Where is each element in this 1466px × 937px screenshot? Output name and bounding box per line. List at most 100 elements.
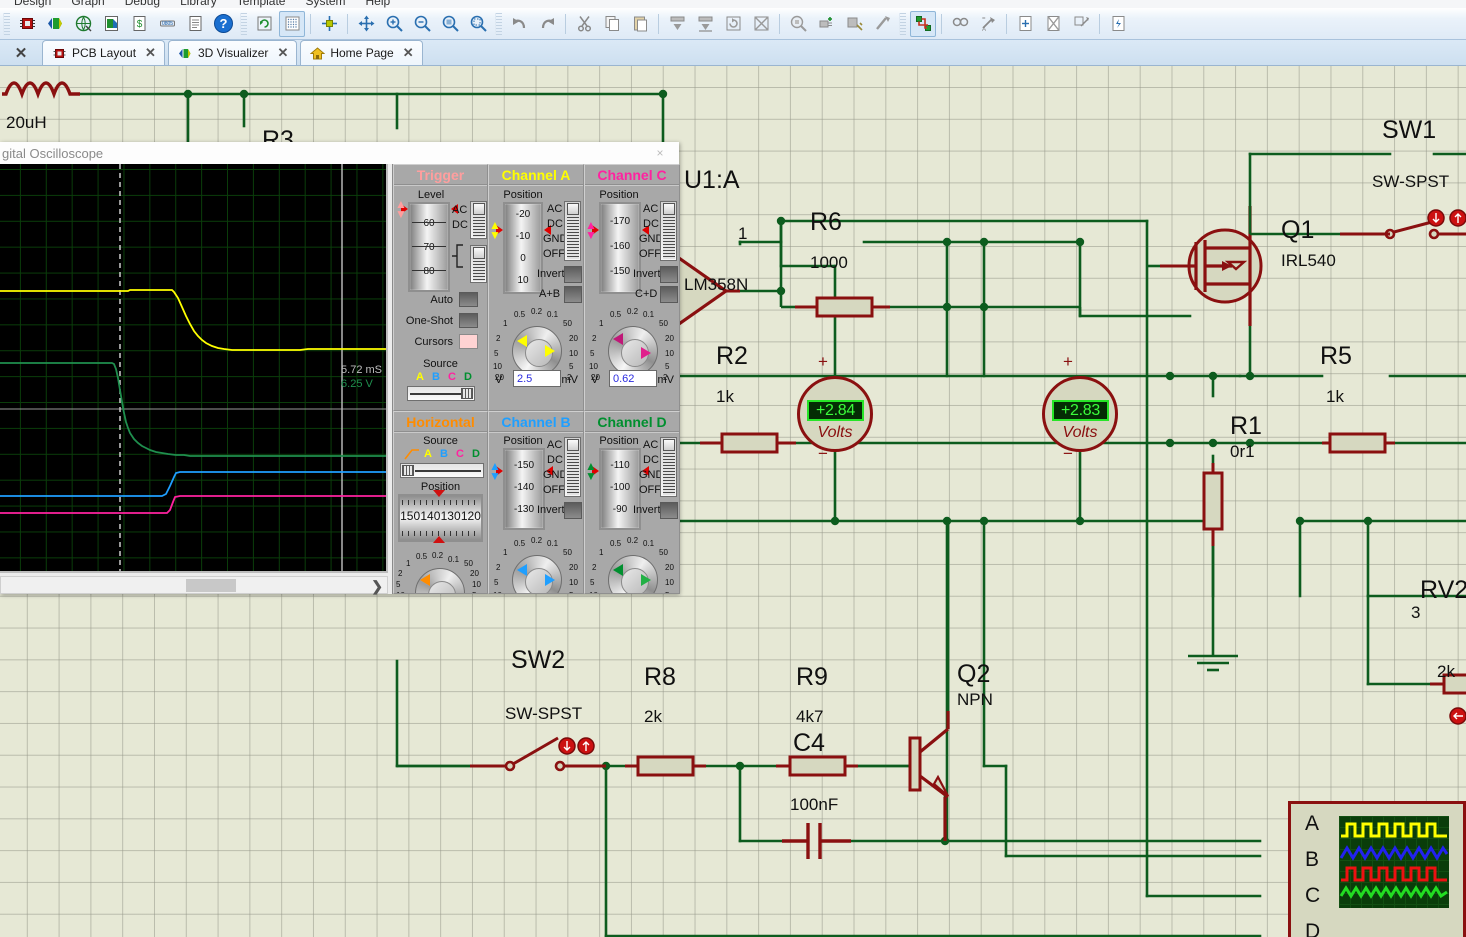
channel-a-coupling-switch[interactable] — [564, 201, 581, 261]
zoom-out-icon[interactable] — [409, 11, 435, 37]
cut-icon[interactable] — [571, 11, 597, 37]
new-sheet-icon[interactable] — [1012, 11, 1038, 37]
remove-sheet-icon[interactable] — [1040, 11, 1066, 37]
paste-icon[interactable] — [627, 11, 653, 37]
origin-icon[interactable] — [316, 11, 342, 37]
zoom-sheet-icon[interactable] — [465, 11, 491, 37]
trigger-source-c[interactable]: C — [448, 371, 456, 383]
block-copy-icon[interactable] — [664, 11, 690, 37]
report-icon[interactable] — [182, 11, 208, 37]
channel-d-volts-knob[interactable]: 0.5 0.2 0.1 1 2 5 10 20 50 20 10 5 2 V 2… — [589, 536, 677, 594]
zoom-area-icon[interactable] — [437, 11, 463, 37]
channel-d-updown-icon[interactable]: ▲▼ — [585, 462, 595, 481]
copy-icon[interactable] — [599, 11, 625, 37]
horizontal-position-ruler[interactable]: 150 140 130 120 — [398, 494, 483, 542]
help-icon[interactable]: ? — [210, 11, 236, 37]
channel-c-sum-button[interactable] — [660, 286, 678, 303]
trigger-source-d[interactable]: D — [464, 371, 472, 383]
toolbar-grip-2[interactable] — [240, 13, 247, 35]
exit-sheet-icon[interactable] — [1068, 11, 1094, 37]
horizontal-source-b[interactable]: B — [440, 448, 448, 460]
horizontal-source-slider[interactable] — [400, 463, 484, 478]
zoom-in-icon[interactable] — [381, 11, 407, 37]
wire-autorouter-icon[interactable] — [910, 11, 936, 37]
property-assignment-icon[interactable]: = A — [975, 11, 1001, 37]
close-icon[interactable]: × — [647, 144, 673, 161]
bill-report-icon[interactable] — [1105, 11, 1131, 37]
refresh-icon[interactable] — [251, 11, 277, 37]
3d-visualizer-icon[interactable] — [42, 11, 68, 37]
channel-c-position-gauge[interactable]: -170 -160 -150 — [599, 202, 641, 294]
digital-oscilloscope-window[interactable]: gital Oscilloscope × — [0, 142, 679, 594]
netlist-icon[interactable] — [70, 11, 96, 37]
channel-c-value-field[interactable]: 0.62 — [609, 370, 657, 387]
trigger-edge-switch[interactable] — [470, 245, 487, 283]
tab-close-icon[interactable]: ✕ — [403, 45, 414, 61]
pan-icon[interactable] — [353, 11, 379, 37]
channel-a-position-gauge[interactable]: -20 -10 0 10 — [503, 202, 543, 294]
search-icon[interactable] — [947, 11, 973, 37]
channel-b-position-gauge[interactable]: -150 -140 -130 — [503, 448, 545, 530]
scope-window-titlebar[interactable]: gital Oscilloscope × — [0, 142, 679, 164]
tab-home-page[interactable]: Home Page ✕ — [300, 40, 422, 65]
channel-b-coupling-switch[interactable] — [564, 437, 581, 497]
scroll-right-arrow-icon[interactable]: ❯ — [371, 577, 383, 595]
microcontroller-icon[interactable] — [14, 11, 40, 37]
close-all-tabs-button[interactable]: ✕ — [0, 40, 42, 65]
channel-c-updown-icon[interactable]: ▲▼ — [585, 221, 595, 240]
trigger-source-b[interactable]: B — [432, 371, 440, 383]
block-move-icon[interactable] — [692, 11, 718, 37]
trigger-level-gauge[interactable]: 60 70 80 — [408, 202, 450, 292]
tab-3d-visualizer[interactable]: 3D Visualizer ✕ — [168, 40, 297, 65]
channel-a-invert-button[interactable] — [564, 266, 582, 283]
channel-a-volts-knob[interactable]: 0.5 0.2 0.1 1 2 5 10 20 50 20 10 5 2 V 2… — [493, 307, 581, 387]
trigger-source-slider[interactable] — [407, 386, 475, 401]
channel-b-updown-icon[interactable]: ▲▼ — [489, 462, 499, 481]
horizontal-source-a[interactable]: A — [424, 448, 432, 460]
toolbar-grip-3[interactable] — [495, 13, 502, 35]
channel-b-invert-button[interactable] — [564, 502, 582, 519]
horizontal-timebase-knob[interactable]: 0.5 0.2 0.1 1 2 5 10 20 50 100 50 20 10 … — [396, 549, 484, 594]
trigger-auto-button[interactable] — [459, 292, 478, 307]
undo-icon[interactable] — [506, 11, 532, 37]
channel-c-invert-button[interactable] — [660, 266, 678, 283]
tab-close-icon[interactable]: ✕ — [277, 45, 288, 61]
trigger-coupling-switch[interactable] — [470, 201, 487, 239]
block-rotate-icon[interactable] — [720, 11, 746, 37]
toolbar-grip[interactable] — [3, 13, 10, 35]
scope-horizontal-scrollbar[interactable]: ❯ — [0, 576, 388, 594]
pick-device-icon[interactable] — [785, 11, 811, 37]
trigger-source-a[interactable]: A — [416, 371, 424, 383]
channel-c-volts-knob[interactable]: 0.5 0.2 0.1 1 2 5 10 20 50 20 10 5 2 V 0… — [589, 307, 677, 387]
block-delete-icon[interactable] — [748, 11, 774, 37]
voltmeter-1[interactable]: +2.84 Volts — [797, 376, 873, 452]
voltmeter-2[interactable]: +2.83 Volts — [1042, 376, 1118, 452]
make-device-icon[interactable] — [813, 11, 839, 37]
trigger-cursors-button[interactable] — [459, 334, 478, 349]
channel-c-coupling-switch[interactable] — [660, 201, 677, 261]
oscilloscope-component[interactable]: A B C D — [1288, 801, 1466, 937]
billing-icon[interactable]: $ — [126, 11, 152, 37]
channel-a-value-field[interactable]: 2.5 — [513, 370, 561, 387]
scrollbar-thumb[interactable] — [186, 579, 236, 592]
horizontal-marker-bottom[interactable] — [433, 536, 445, 543]
channel-d-coupling-switch[interactable] — [660, 437, 677, 497]
horizontal-source-d[interactable]: D — [472, 448, 480, 460]
decompose-icon[interactable] — [869, 11, 895, 37]
tab-close-icon[interactable]: ✕ — [145, 45, 156, 61]
bill-of-materials-icon[interactable] — [98, 11, 124, 37]
packaging-tool-icon[interactable] — [841, 11, 867, 37]
toolbar-grip-4[interactable] — [899, 13, 906, 35]
electrical-rules-check-icon[interactable]: 0805 — [154, 11, 180, 37]
horizontal-source-c[interactable]: C — [456, 448, 464, 460]
scope-display[interactable]: 5.72 mS 6.25 V — [0, 164, 388, 573]
trigger-level-updown-icon[interactable]: ▲▼ — [395, 200, 405, 219]
channel-a-updown-icon[interactable]: ▲▼ — [489, 221, 499, 240]
trigger-one-shot-button[interactable] — [459, 313, 478, 328]
tab-pcb-layout[interactable]: PCB Layout ✕ — [42, 40, 165, 65]
channel-a-sum-button[interactable] — [564, 286, 582, 303]
toggle-grid-icon[interactable] — [279, 11, 305, 37]
channel-d-invert-button[interactable] — [660, 502, 678, 519]
channel-d-position-gauge[interactable]: -110 -100 -90 — [599, 448, 641, 530]
channel-b-volts-knob[interactable]: 0.5 0.2 0.1 1 2 5 10 20 50 20 10 5 2 V 2… — [493, 536, 581, 594]
